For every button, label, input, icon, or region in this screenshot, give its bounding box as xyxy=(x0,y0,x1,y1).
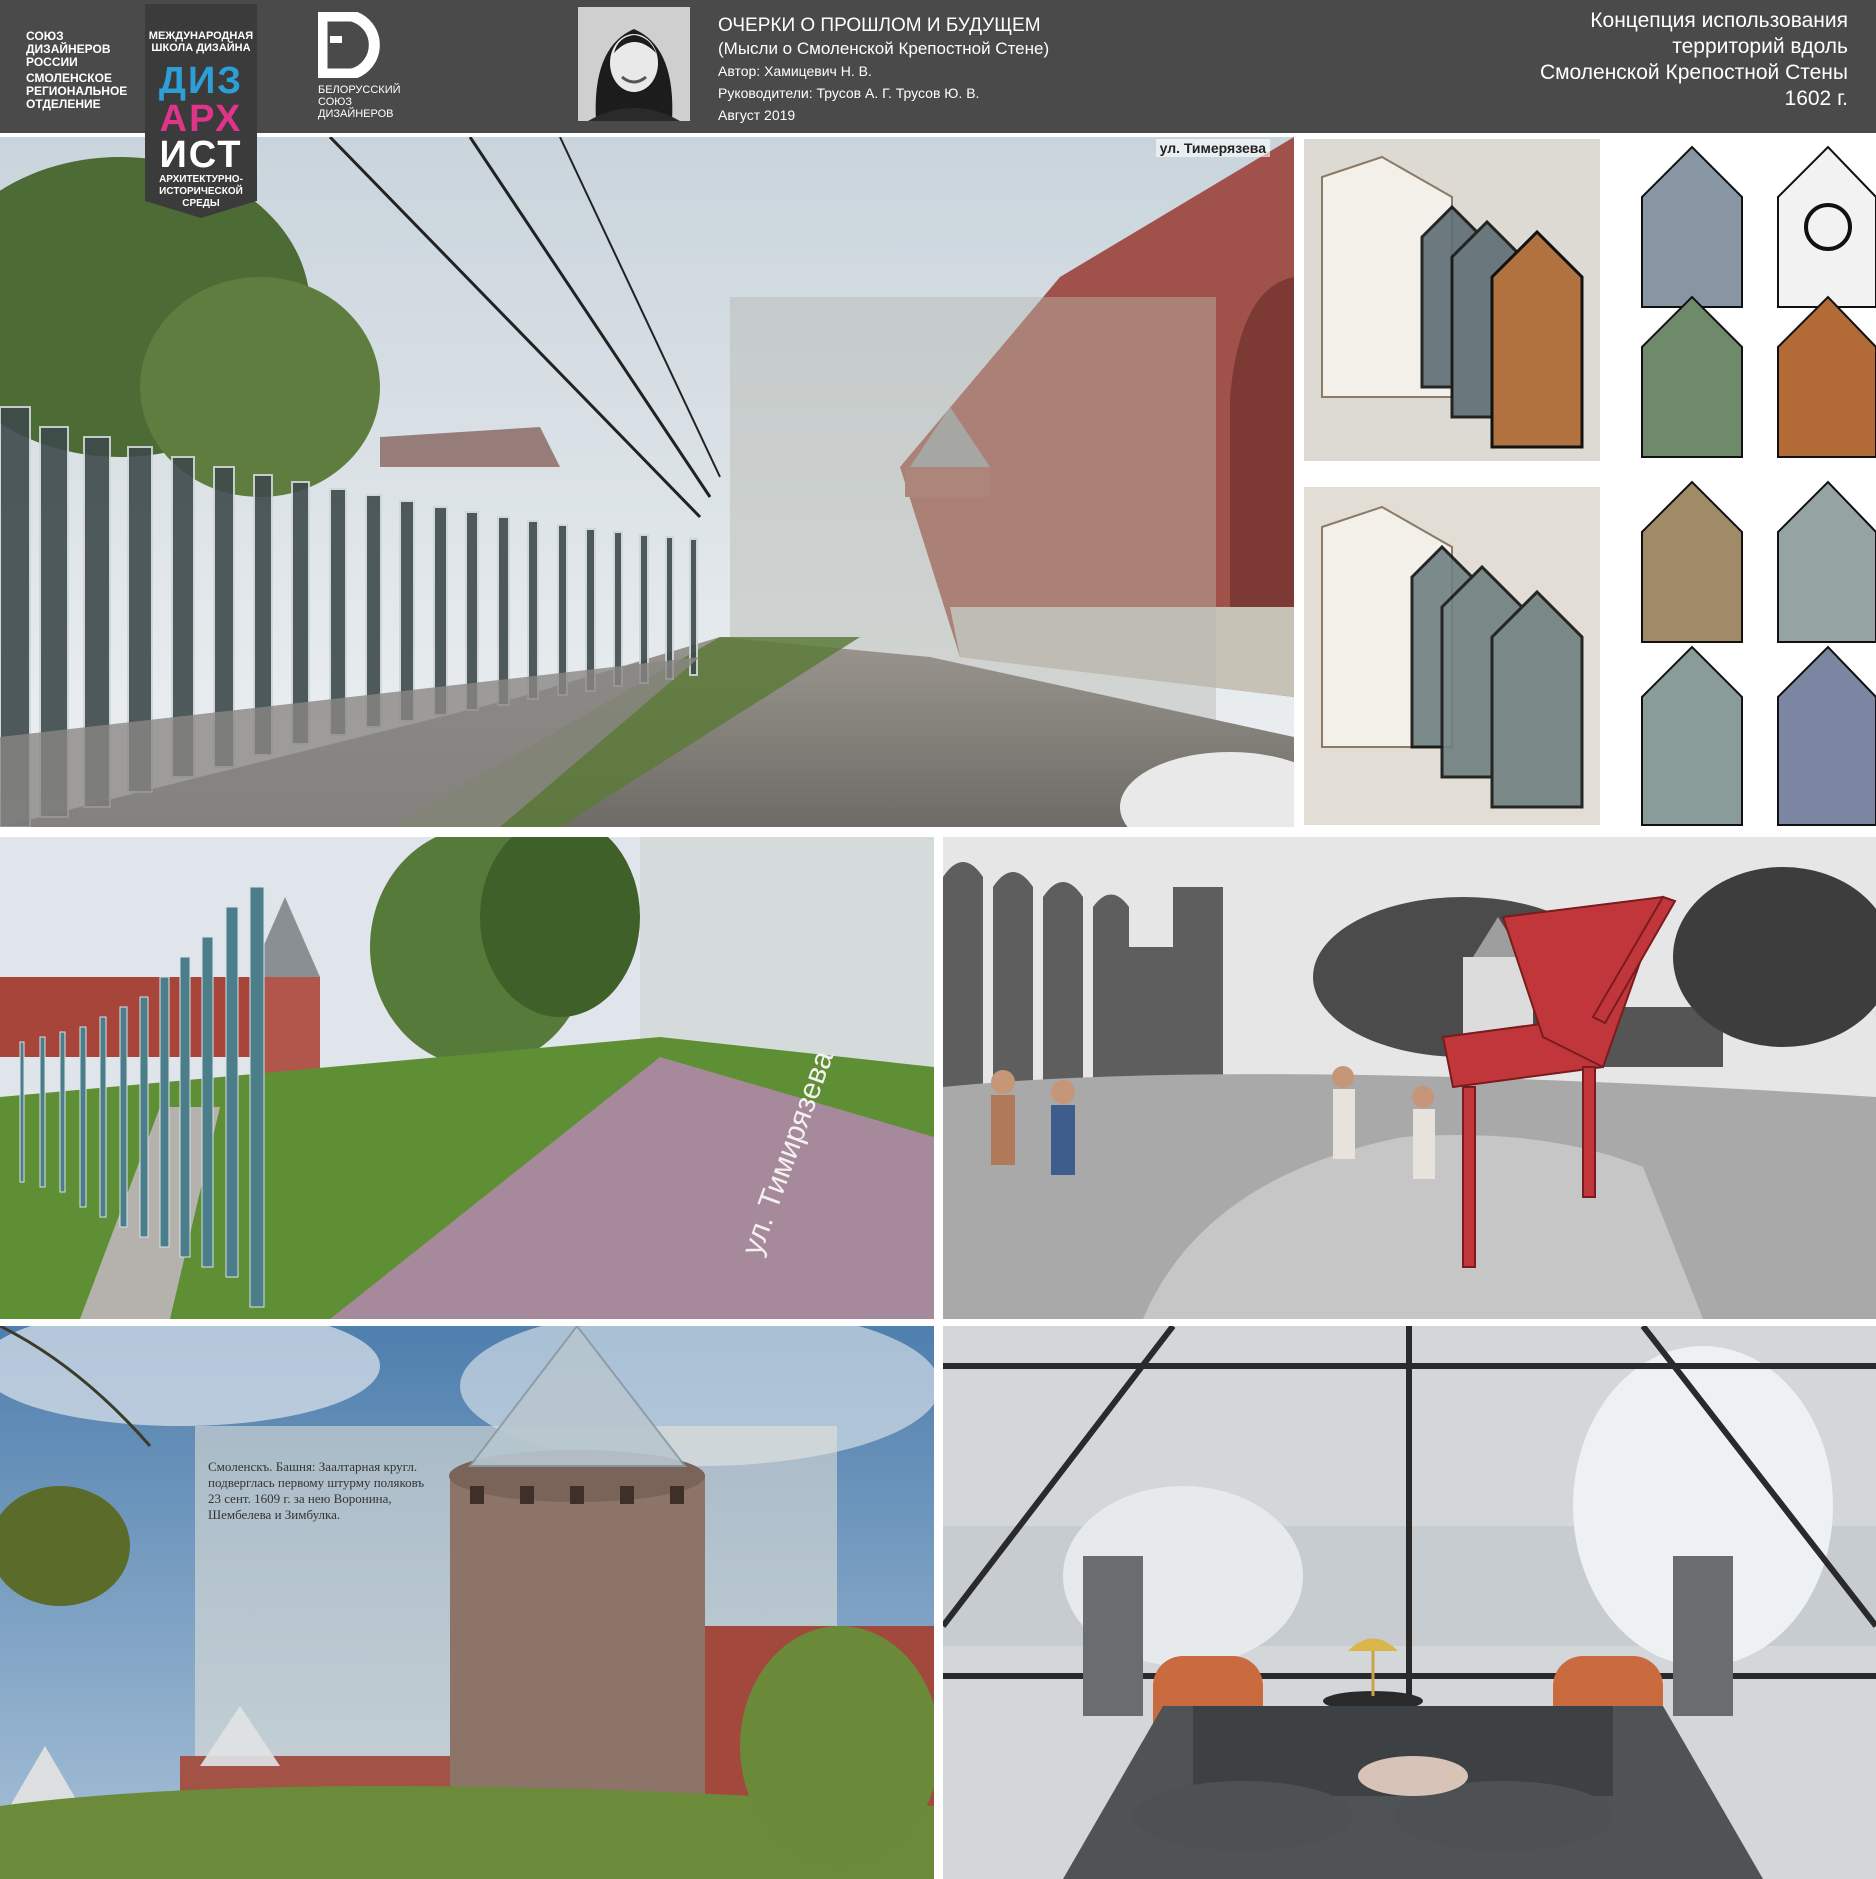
belarus-union-line: ДИЗАЙНЕРОВ xyxy=(318,108,394,120)
header-bar: СОЮЗ ДИЗАЙНЕРОВ РОССИИ СМОЛЕНСКОЕ РЕГИОН… xyxy=(0,0,1876,133)
school-bottom-line: АРХИТЕКТУРНО- xyxy=(159,174,243,185)
school-name: МЕЖДУНАРОДНАЯ ШКОЛА ДИЗАЙНА xyxy=(145,30,257,54)
glass-dome-interior-photo xyxy=(943,1326,1876,1879)
belarus-union-line: БЕЛОРУССКИЙ xyxy=(318,84,401,96)
postcard-caption: Смоленскъ. Башня: Заалтарная кругл. подв… xyxy=(208,1459,458,1523)
project-subtitle: (Мысли о Смоленской Крепостной Стене) xyxy=(718,39,1050,58)
park-mirror-posts-photo: ул. Тимирязева xyxy=(0,837,934,1319)
project-date: Август 2019 xyxy=(718,107,796,123)
design-school-badge: МЕЖДУНАРОДНАЯ ШКОЛА ДИЗАЙНА ДИЗ АРХ ИСТ … xyxy=(145,4,257,218)
concept-line: 1602 г. xyxy=(1784,87,1848,110)
historic-chair-collage-photo xyxy=(943,837,1876,1319)
school-logo-line: ДИЗ xyxy=(158,60,244,102)
concept-line: Концепция использования xyxy=(1590,9,1848,32)
project-info: ОЧЕРКИ О ПРОШЛОМ И БУДУЩЕМ (Мысли о Смол… xyxy=(718,14,1049,126)
school-subtitle: АРХИТЕКТУРНО- ИСТОРИЧЕСКОЙ СРЕДЫ xyxy=(145,174,257,210)
concept-line: Смоленской Крепостной Стены xyxy=(1539,61,1848,84)
mirror-fence-street-photo: ул. Тимерязева xyxy=(0,137,1294,827)
author-portrait xyxy=(578,7,690,121)
belarus-union-line: СОЮЗ xyxy=(318,96,353,108)
postcard-line: подверглась первому штурму поляковъ xyxy=(208,1475,425,1490)
tower-postcard-collage-photo: Смоленскъ. Башня: Заалтарная кругл. подв… xyxy=(0,1326,934,1879)
project-title: ОЧЕРКИ О ПРОШЛОМ И БУДУЩЕМ xyxy=(718,15,1041,36)
school-top-line: МЕЖДУНАРОДНАЯ xyxy=(148,30,254,42)
project-supervisors: Руководители: Трусов А. Г. Трусов Ю. В. xyxy=(718,85,980,101)
school-logo-line: ИСТ xyxy=(159,134,243,176)
postcard-line: Смоленскъ. Башня: Заалтарная кругл. xyxy=(208,1459,418,1474)
union-line: РОССИИ xyxy=(26,55,78,69)
school-logo-line: АРХ xyxy=(159,98,243,140)
street-name-label: ул. Тимерязева xyxy=(1155,139,1270,157)
project-author: Автор: Хамицевич Н. В. xyxy=(718,63,872,79)
school-bottom-line: ИСТОРИЧЕСКОЙ xyxy=(159,186,243,197)
postcard-line: 23 сент. 1609 г. за нею Воронина, xyxy=(208,1491,392,1506)
concept-line: территорий вдоль xyxy=(1672,35,1848,58)
postcard-line: Шембелева и Зимбулка. xyxy=(208,1507,341,1522)
union-of-designers-russia-label: СОЮЗ ДИЗАЙНЕРОВ РОССИИ СМОЛЕНСКОЕ РЕГИОН… xyxy=(26,30,136,111)
belarus-designers-label: БЕЛОРУССКИЙ СОЮЗ ДИЗАЙНЕРОВ xyxy=(318,84,401,120)
school-top-line: ШКОЛА ДИЗАЙНА xyxy=(151,42,251,54)
union-line: ОТДЕЛЕНИЕ xyxy=(26,97,101,111)
belarus-designers-logo-icon xyxy=(316,10,392,80)
concept-title: Концепция использования территорий вдоль… xyxy=(1328,8,1848,112)
stained-glass-panels-collage xyxy=(1302,137,1876,827)
